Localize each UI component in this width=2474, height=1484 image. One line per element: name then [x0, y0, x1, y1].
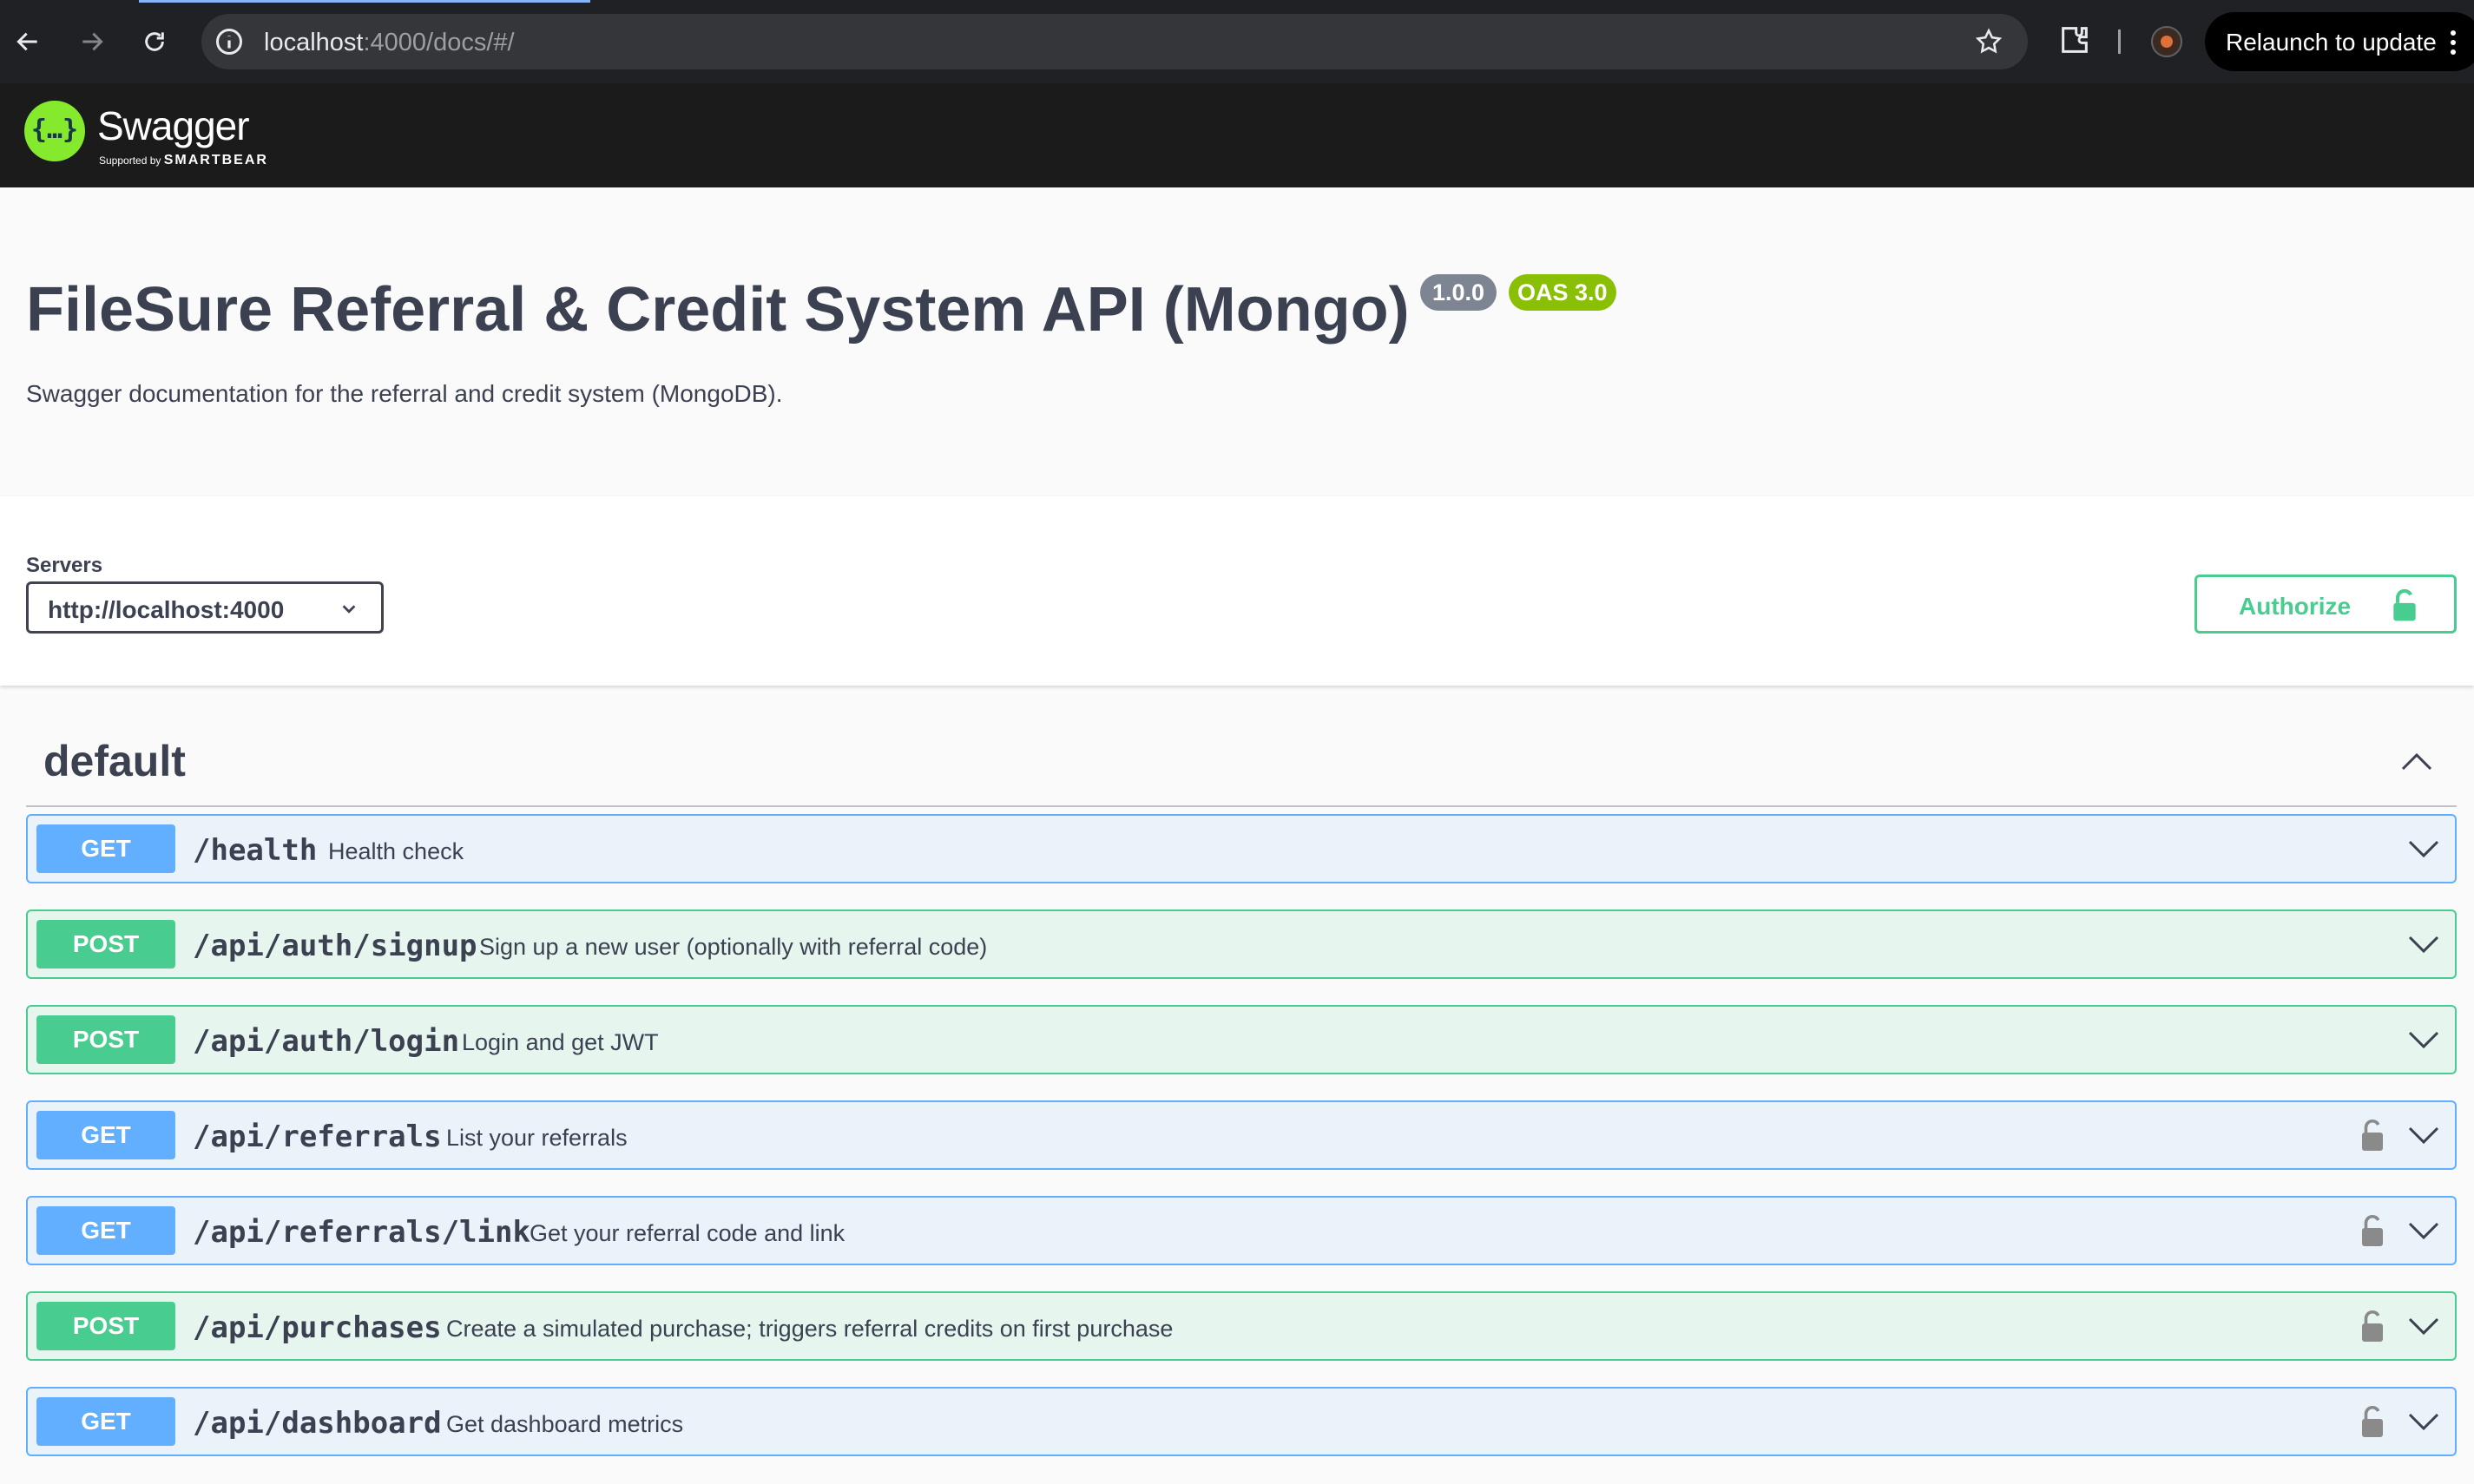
operation-summary: List your referrals — [446, 1125, 628, 1151]
lock-icon[interactable] — [2359, 1404, 2385, 1439]
operation-post-login[interactable]: POST /api/auth/login Login and get JWT — [26, 1005, 2457, 1074]
relaunch-label: Relaunch to update — [2226, 29, 2437, 56]
method-badge: GET — [36, 1397, 175, 1446]
chevron-down-icon[interactable] — [2406, 1218, 2441, 1243]
authorize-button[interactable]: Authorize — [2194, 575, 2457, 634]
chevron-down-icon — [342, 605, 356, 614]
operation-get-dashboard[interactable]: GET /api/dashboard Get dashboard metrics — [26, 1387, 2457, 1456]
tag-name: default — [43, 737, 186, 785]
operation-path: /api/auth/login — [193, 1024, 460, 1059]
url-text: localhost:4000/docs/#/ — [264, 29, 515, 57]
tab-strip — [0, 0, 2474, 12]
url-host: localhost — [264, 29, 364, 56]
operation-summary: Get dashboard metrics — [446, 1411, 684, 1437]
browser-toolbar: localhost:4000/docs/#/ Relaunch to updat… — [0, 0, 2474, 83]
bookmark-star-icon[interactable] — [1974, 27, 2004, 56]
swagger-logo-icon[interactable]: {…} — [24, 101, 85, 161]
smartbear-tagline: Supported by SMARTBEAR — [99, 153, 268, 167]
chevron-down-icon[interactable] — [2406, 1028, 2441, 1052]
operation-get-referrals[interactable]: GET /api/referrals List your referrals — [26, 1100, 2457, 1170]
operation-path: /api/auth/signup — [193, 929, 477, 963]
operation-post-signup[interactable]: POST /api/auth/signup Sign up a new user… — [26, 909, 2457, 979]
relaunch-to-update-button[interactable]: Relaunch to update — [2205, 12, 2474, 71]
api-description: Swagger documentation for the referral a… — [26, 380, 783, 407]
lock-icon[interactable] — [2359, 1309, 2385, 1343]
active-tab-indicator — [139, 0, 590, 3]
method-badge: GET — [36, 1111, 175, 1159]
version-badge: 1.0.0 — [1420, 274, 1497, 311]
forward-button[interactable] — [71, 21, 113, 62]
operation-get-health[interactable]: GET /health Health check — [26, 814, 2457, 883]
more-vert-icon — [2451, 30, 2456, 55]
method-badge: POST — [36, 920, 175, 969]
operation-summary: Health check — [328, 838, 464, 864]
operation-summary: Get your referral code and link — [530, 1220, 846, 1246]
operation-post-purchases[interactable]: POST /api/purchases Create a simulated p… — [26, 1291, 2457, 1361]
server-select-value: http://localhost:4000 — [48, 596, 285, 623]
chevron-down-icon[interactable] — [2406, 837, 2441, 861]
method-badge: GET — [36, 1206, 175, 1255]
chevron-down-icon[interactable] — [2406, 1314, 2441, 1338]
operation-summary: Login and get JWT — [462, 1029, 659, 1055]
chevron-down-icon[interactable] — [2406, 1123, 2441, 1147]
operation-path: /api/referrals/link — [193, 1215, 530, 1250]
operation-get-referrals-link[interactable]: GET /api/referrals/link Get your referra… — [26, 1196, 2457, 1265]
profile-avatar[interactable] — [2151, 26, 2182, 57]
swagger-logo-text: Swagger — [97, 103, 250, 148]
extensions-puzzle-icon[interactable] — [2057, 23, 2092, 57]
oas-badge: OAS 3.0 — [1509, 274, 1616, 311]
chevron-down-icon[interactable] — [2406, 932, 2441, 956]
method-badge: GET — [36, 824, 175, 873]
method-badge: POST — [36, 1015, 175, 1064]
api-title: FileSure Referral & Credit System API (M… — [26, 275, 1410, 345]
method-badge: POST — [36, 1302, 175, 1350]
site-info-icon[interactable] — [214, 26, 245, 57]
operation-summary: Create a simulated purchase; triggers re… — [446, 1316, 1174, 1342]
unlock-icon — [2393, 589, 2416, 621]
operation-path: /api/dashboard — [193, 1406, 442, 1441]
chevron-up-icon[interactable] — [2399, 748, 2434, 774]
lock-icon[interactable] — [2359, 1118, 2385, 1152]
reload-icon — [145, 32, 164, 51]
operation-summary: Sign up a new user (optionally with refe… — [479, 934, 988, 960]
operation-path: /api/referrals — [193, 1120, 442, 1154]
swagger-topbar: {…} Swagger Supported by SMARTBEAR — [0, 83, 2474, 187]
lock-icon[interactable] — [2359, 1213, 2385, 1248]
operation-path: /health — [193, 833, 318, 868]
toolbar-divider — [2118, 30, 2121, 54]
arrow-right-icon — [82, 32, 103, 51]
tag-section-default[interactable]: default — [26, 729, 2457, 807]
address-bar[interactable]: localhost:4000/docs/#/ — [201, 14, 2028, 69]
authorize-label: Authorize — [2239, 593, 2352, 620]
chevron-down-icon[interactable] — [2406, 1409, 2441, 1434]
reload-button[interactable] — [134, 21, 175, 62]
arrow-left-icon — [16, 32, 37, 51]
server-select[interactable]: http://localhost:4000 — [26, 581, 384, 634]
servers-label: Servers — [26, 554, 103, 577]
api-info: FileSure Referral & Credit System API (M… — [0, 187, 2474, 496]
url-path: :4000/docs/#/ — [363, 29, 515, 56]
operation-path: /api/purchases — [193, 1310, 442, 1345]
back-button[interactable] — [7, 21, 49, 62]
scheme-container: Servers http://localhost:4000 Authorize — [0, 496, 2474, 686]
